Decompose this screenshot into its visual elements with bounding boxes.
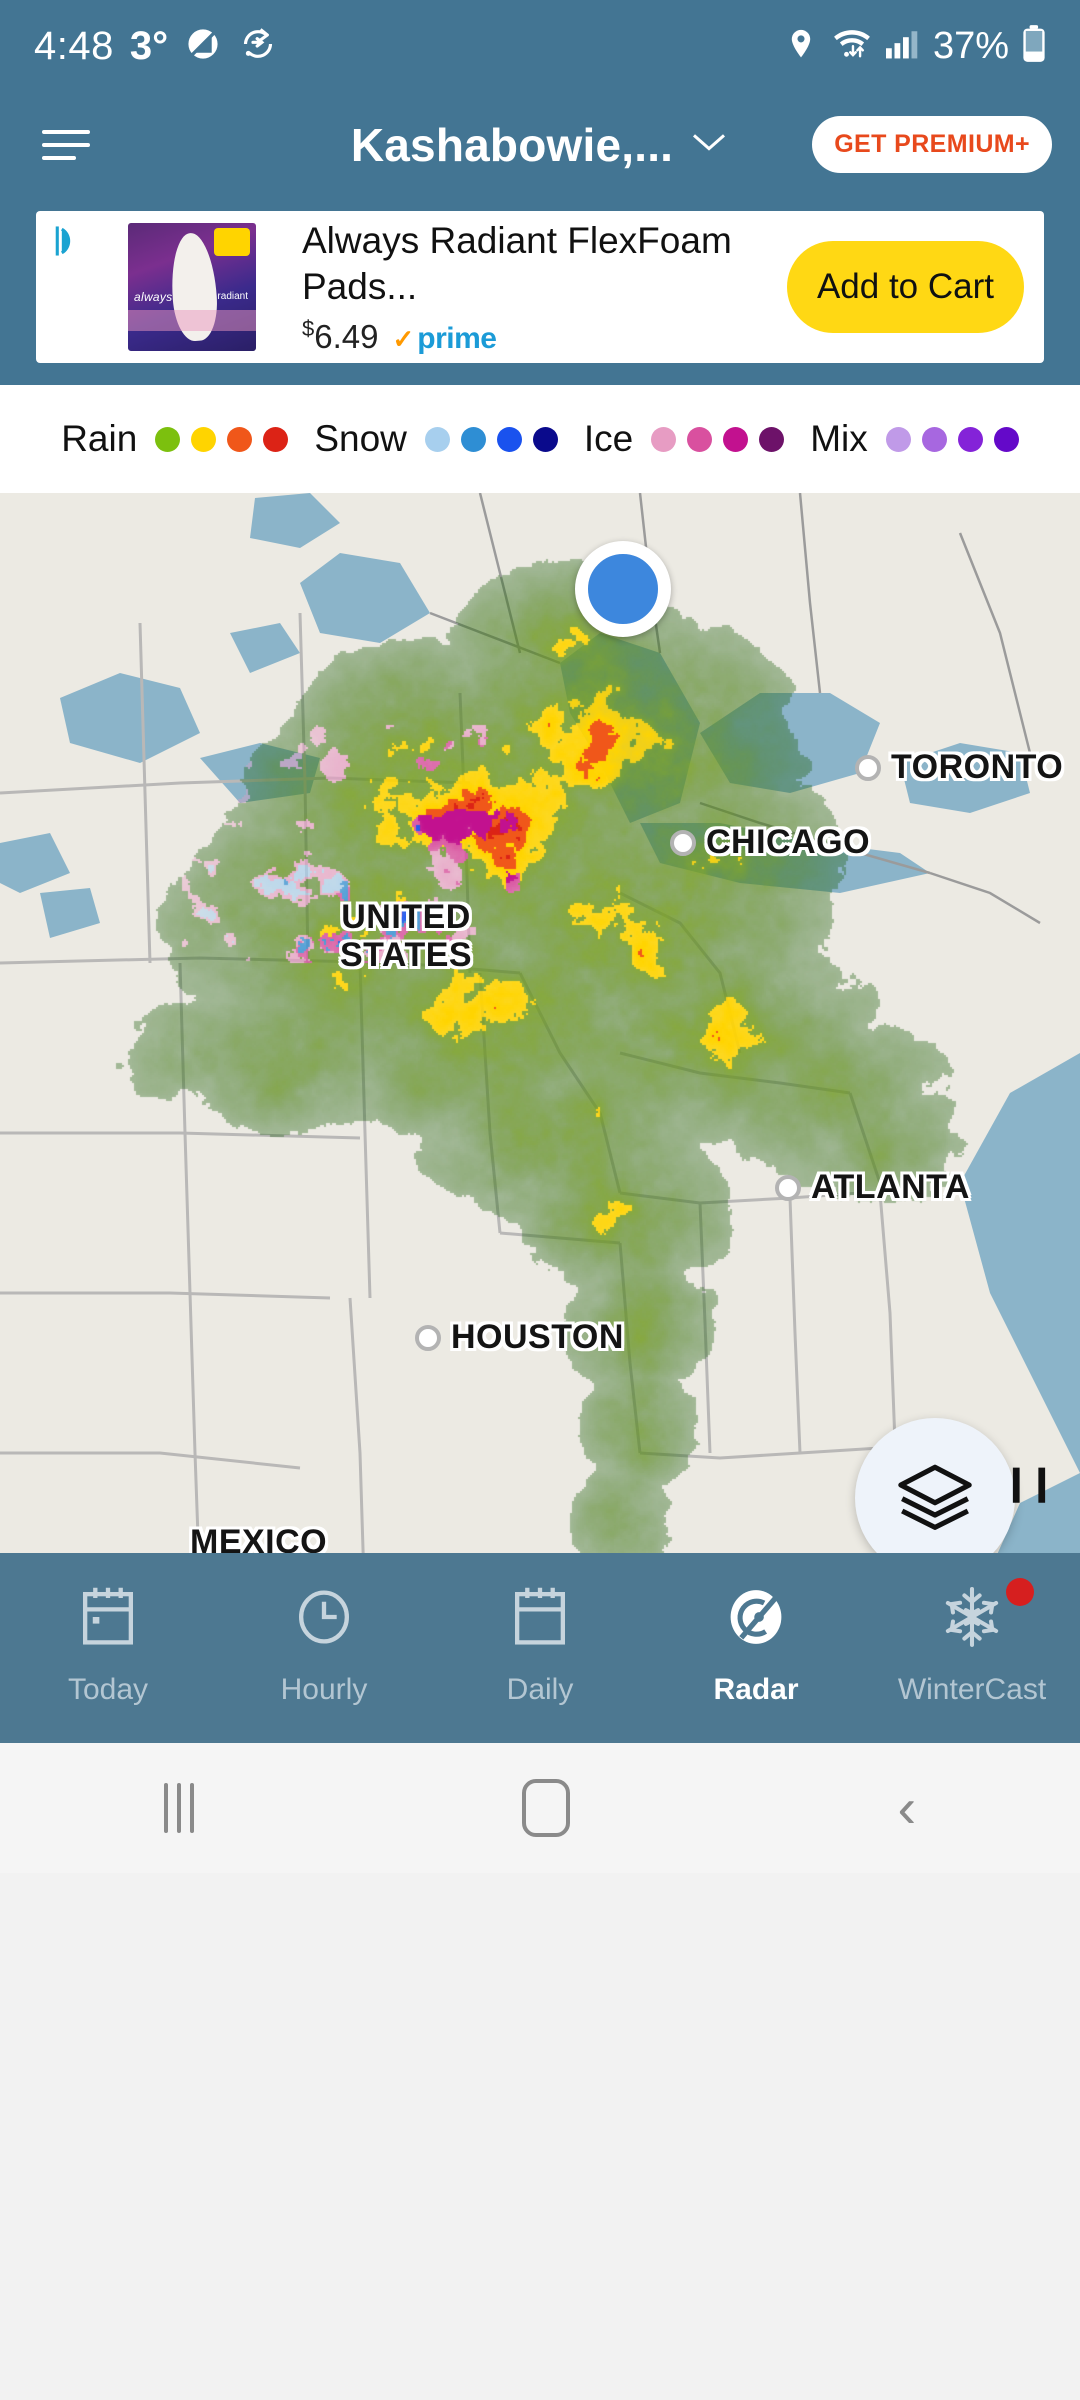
ad-text-block: Always Radiant FlexFoam Pads... $6.49 ✓ …	[302, 218, 769, 356]
legend-group-ice: Ice	[558, 418, 785, 460]
map-edge-pause-icon[interactable]: ❙❙	[1002, 1463, 1056, 1503]
add-to-cart-button[interactable]: Add to Cart	[786, 241, 1024, 333]
nav-label-hourly: Hourly	[280, 1672, 368, 1706]
city-marker: ATLANTA	[775, 1168, 970, 1207]
sync-rotate-icon	[238, 24, 278, 69]
android-navigation-bar: ‹	[0, 1743, 1080, 1873]
ad-price: $6.49	[302, 315, 379, 355]
city-marker: CHICAGO	[670, 823, 870, 862]
chevron-down-icon[interactable]	[689, 129, 729, 160]
ad-product-brand: always	[134, 289, 173, 304]
legend-label-ice: Ice	[583, 418, 634, 459]
legend-swatch	[651, 426, 677, 452]
ad-product-sub: radiant	[217, 290, 248, 302]
city-label: TORONTO	[891, 748, 1064, 786]
clock-icon	[293, 1584, 355, 1655]
nav-label-today: Today	[67, 1672, 149, 1706]
snowflake-icon	[941, 1584, 1003, 1655]
legend-swatch	[759, 426, 785, 452]
status-bar-right: 37%	[784, 25, 1046, 68]
home-icon[interactable]	[521, 1779, 570, 1837]
status-bar-left: 4:48 3°	[34, 24, 278, 69]
prime-label: prime	[417, 321, 497, 355]
city-label: HOUSTON	[451, 1318, 624, 1356]
nav-item-today[interactable]: Today	[0, 1584, 216, 1707]
nav-item-wintercast[interactable]: WinterCast	[864, 1577, 1080, 1707]
legend-swatch	[921, 426, 947, 452]
city-dot-icon	[670, 829, 696, 856]
nav-item-hourly[interactable]: Hourly	[216, 1584, 432, 1707]
legend-swatch	[687, 426, 713, 452]
legend-swatches-ice	[651, 426, 785, 452]
radar-precipitation-overlay	[0, 493, 1080, 1553]
city-label: CHICAGO	[706, 823, 871, 861]
ad-banner[interactable]: always radiant Always Radiant FlexFoam P…	[36, 211, 1044, 363]
nav-label-radar: Radar	[713, 1672, 799, 1706]
legend-swatches-mix	[885, 426, 1019, 452]
legend-swatch	[460, 426, 486, 452]
accuweather-radar-icon	[725, 1584, 787, 1655]
nav-label-daily: Daily	[506, 1672, 574, 1706]
legend-group-snow: Snow	[288, 418, 558, 460]
city-dot-icon	[775, 1174, 801, 1201]
legend-swatch	[993, 426, 1019, 452]
app-header: Kashabowie,... GET PREMIUM+	[0, 92, 1080, 197]
status-time: 4:48	[34, 23, 114, 68]
legend-label-rain: Rain	[61, 418, 138, 459]
my-location-dot[interactable]	[575, 541, 671, 637]
legend-swatch	[885, 426, 911, 452]
legend-group-rain: Rain	[61, 418, 289, 460]
country-label: MEXICO	[190, 1523, 328, 1553]
ad-title: Always Radiant FlexFoam Pads...	[302, 220, 732, 307]
battery-icon	[1022, 24, 1046, 68]
nav-item-radar[interactable]: Radar	[648, 1584, 864, 1707]
wifi-icon	[831, 27, 873, 66]
legend-swatch	[227, 426, 253, 452]
notification-badge	[1006, 1577, 1034, 1606]
dnd-mute-icon	[184, 25, 222, 68]
legend-swatch	[957, 426, 983, 452]
nav-item-daily[interactable]: Daily	[432, 1584, 648, 1707]
legend-swatch	[532, 426, 558, 452]
legend-swatch	[424, 426, 450, 452]
calendar-icon	[509, 1584, 571, 1655]
country-label: UNITED STATES	[340, 898, 473, 975]
location-pin-icon	[784, 27, 818, 66]
city-marker: HOUSTON	[415, 1318, 624, 1357]
city-marker: TORONTO	[855, 748, 1063, 787]
status-bar: 4:48 3° 37%	[0, 0, 1080, 92]
nav-label-wintercast: WinterCast	[897, 1672, 1047, 1706]
ad-product-image: always radiant	[128, 223, 256, 351]
prime-check-icon: ✓	[392, 323, 415, 354]
page-title[interactable]: Kashabowie,...	[351, 118, 673, 172]
legend-swatch	[155, 426, 181, 452]
legend-swatches-snow	[424, 426, 558, 452]
adchoices-icon[interactable]	[50, 221, 90, 266]
city-dot-icon	[855, 754, 881, 781]
battery-percent: 37%	[932, 24, 1009, 67]
ad-zone: always radiant Always Radiant FlexFoam P…	[0, 197, 1080, 385]
back-icon[interactable]: ‹	[897, 1779, 916, 1835]
status-temperature: 3°	[129, 23, 169, 68]
legend-swatches-rain	[155, 426, 289, 452]
signal-bars-icon	[885, 29, 920, 64]
radar-legend: Rain Snow Ice Mix	[0, 385, 1080, 493]
calendar-today-icon	[77, 1584, 139, 1655]
legend-swatch	[496, 426, 522, 452]
prime-badge: ✓ prime	[392, 321, 497, 356]
ad-price-row: $6.49 ✓ prime	[302, 316, 769, 356]
city-label: ATLANTA	[811, 1168, 970, 1206]
get-premium-button[interactable]: GET PREMIUM+	[812, 116, 1052, 173]
bottom-navigation: Today Hourly Daily Radar WinterCast	[0, 1553, 1080, 1743]
legend-label-mix: Mix	[810, 418, 868, 459]
hamburger-menu-icon[interactable]	[28, 129, 98, 160]
radar-map[interactable]: TORONTO CHICAGO ATLANTA HOUSTON UNITED STAT…	[0, 493, 1080, 1553]
city-dot-icon	[415, 1324, 441, 1351]
legend-swatch	[263, 426, 289, 452]
recents-icon[interactable]	[163, 1783, 194, 1833]
legend-label-snow: Snow	[314, 418, 407, 459]
legend-swatch	[723, 426, 749, 452]
legend-swatch	[191, 426, 217, 452]
legend-group-mix: Mix	[784, 418, 1019, 460]
